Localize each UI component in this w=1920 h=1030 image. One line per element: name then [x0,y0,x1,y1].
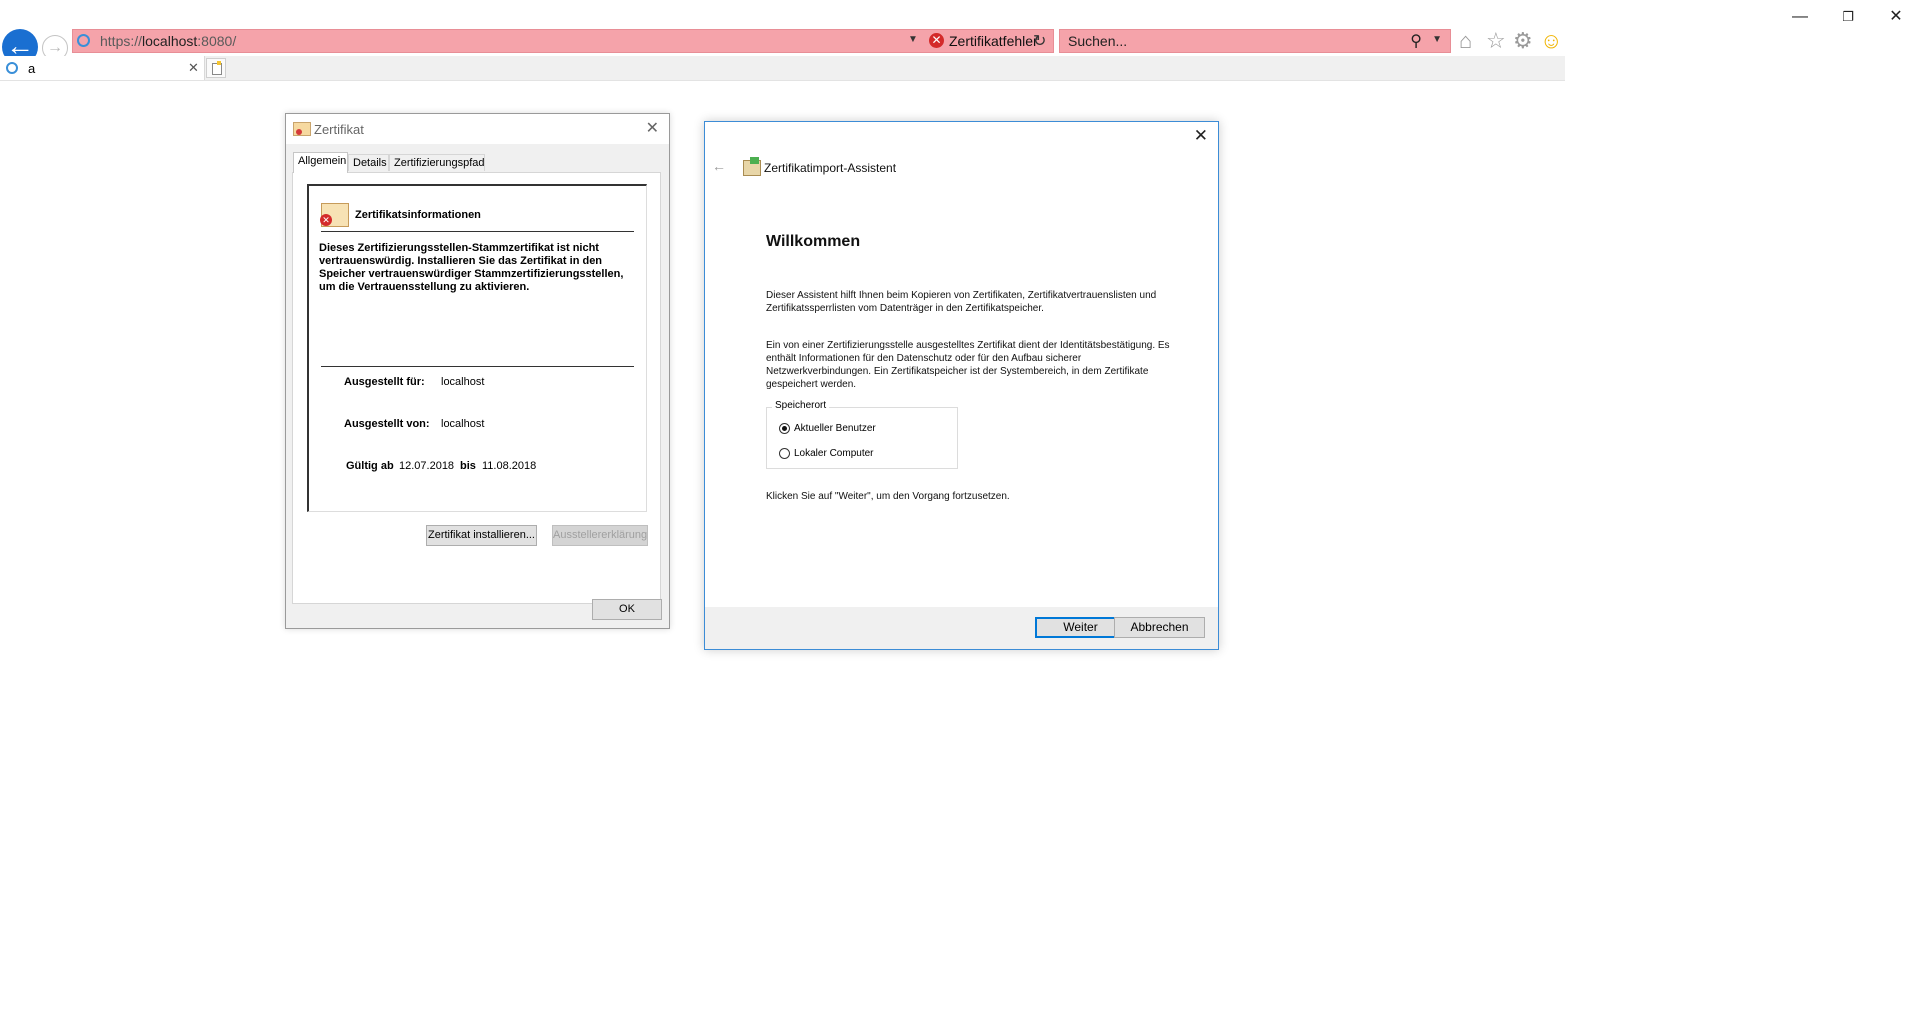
settings-gear-icon[interactable]: ⚙ [1513,30,1533,52]
issued-to-label: Ausgestellt für: [344,376,425,388]
next-button[interactable]: Weiter [1035,617,1126,638]
wizard-certificate-icon [743,157,761,176]
favorites-star-icon[interactable]: ☆ [1486,30,1506,52]
new-tab-icon[interactable] [206,58,226,78]
home-icon[interactable]: ⌂ [1459,30,1472,52]
valid-from-value: 12.07.2018 [399,460,455,472]
search-box[interactable]: Suchen... ⚲ ▼ [1059,29,1451,53]
search-placeholder[interactable]: Suchen... [1068,33,1127,49]
wizard-intro-text: Dieser Assistent hilft Ihnen beim Kopier… [766,290,1157,314]
issued-by-label: Ausgestellt von: [344,418,430,430]
address-bar[interactable]: https://localhost:8080/ ▼ ✕ Zertifikatfe… [72,29,1054,53]
minimize-icon[interactable]: — [1790,8,1810,28]
wizard-description-text: Ein von einer Zertifizierungsstelle ausg… [766,340,1170,390]
continue-hint-text: Klicken Sie auf "Weiter", um den Vorgang… [766,491,1010,502]
store-location-legend: Speicherort [772,400,830,411]
tab-title[interactable]: a [28,61,35,76]
tab-bar: a ✕ [0,56,1565,81]
issuer-statement-button[interactable]: Ausstellererklärung [552,525,648,546]
address-dropdown-icon[interactable]: ▼ [908,34,918,45]
feedback-smiley-icon[interactable]: ☺ [1540,30,1562,52]
info-heading: Zertifikatsinformationen [355,209,481,221]
tab-favicon-icon [6,62,18,74]
valid-to-value: 11.08.2018 [482,460,537,472]
radio-local-computer[interactable] [779,448,790,459]
tab-details[interactable]: Details [348,154,389,171]
store-location-group: Speicherort Aktueller Benutzer Lokaler C… [766,400,958,469]
search-icon[interactable]: ⚲ [1410,31,1422,51]
issued-by-value: localhost [441,418,485,430]
certificate-info-box: Zertifikatsinformationen Dieses Zertifiz… [307,184,647,512]
issued-to-value: localhost [441,376,485,388]
cert-error-icon[interactable]: ✕ [929,33,944,48]
radio-current-user[interactable] [779,423,790,434]
cancel-button[interactable]: Abbrechen [1114,617,1205,638]
dialog-title: Zertifikat [314,122,364,137]
ok-button[interactable]: OK [592,599,662,620]
trust-warning-text: Dieses Zertifizierungsstellen-Stammzerti… [319,242,624,293]
certificate-dialog: Zertifikat ✕ Allgemein Details Zertifizi… [285,113,670,629]
tab-close-icon[interactable]: ✕ [188,60,199,76]
cert-error-label[interactable]: Zertifikatfehler [949,33,1038,49]
divider [321,231,634,232]
valid-to-label: bis [460,460,476,472]
untrusted-certificate-icon [320,203,349,227]
certificate-icon [293,122,311,136]
address-url[interactable]: https://localhost:8080/ [100,33,236,49]
wizard-close-icon[interactable]: ✕ [1194,126,1208,146]
radio-local-computer-label[interactable]: Lokaler Computer [794,448,873,459]
ie-favicon-icon [77,34,90,47]
dialog-titlebar: Zertifikat ✕ [286,114,669,144]
valid-from-label: Gültig ab [346,460,394,472]
tab-zertifizierungspfad[interactable]: Zertifizierungspfad [389,154,485,171]
wizard-footer: Weiter Abbrechen [705,607,1218,649]
restore-icon[interactable]: ❐ [1838,8,1858,28]
search-dropdown-icon[interactable]: ▼ [1432,34,1442,45]
tab-allgemein[interactable]: Allgemein [293,152,348,173]
certificate-import-wizard: ✕ ← Zertifikatimport-Assistent Willkomme… [704,121,1219,650]
install-certificate-button[interactable]: Zertifikat installieren... [426,525,537,546]
divider [321,366,634,367]
general-tab-panel: Zertifikatsinformationen Dieses Zertifiz… [292,172,661,604]
wizard-back-arrow-icon[interactable]: ← [712,158,726,174]
browser-tab[interactable]: a ✕ [0,56,205,80]
wizard-title: Zertifikatimport-Assistent [764,161,897,175]
dialog-close-icon[interactable]: ✕ [646,118,659,138]
radio-current-user-label[interactable]: Aktueller Benutzer [794,423,876,434]
close-icon[interactable]: ✕ [1886,8,1906,28]
refresh-icon[interactable]: ↻ [1033,31,1046,51]
wizard-heading: Willkommen [766,233,861,250]
